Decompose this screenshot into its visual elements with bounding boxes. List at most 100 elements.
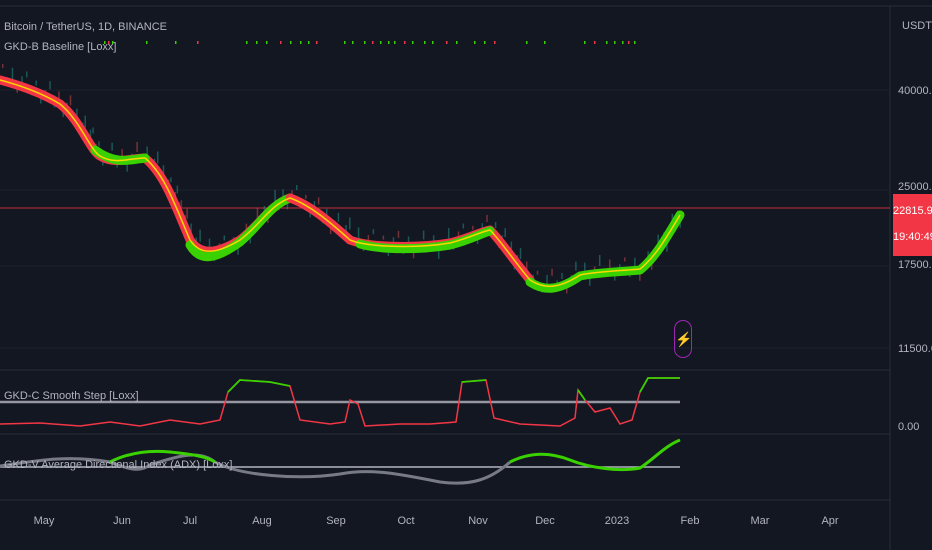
signal-dot xyxy=(634,41,636,44)
candle xyxy=(584,262,586,271)
signal-dot xyxy=(266,41,268,44)
candle xyxy=(156,151,159,164)
time-axis-label: Dec xyxy=(535,515,555,527)
time-axis-label: May xyxy=(34,515,55,527)
price-axis-label: 40000.00 xyxy=(898,85,932,97)
candle xyxy=(98,141,100,147)
time-axis-label: Apr xyxy=(821,515,838,527)
signal-dot xyxy=(404,41,406,44)
candle xyxy=(382,235,385,240)
candle xyxy=(519,248,522,260)
signal-dot xyxy=(606,41,608,44)
time-axis-label: 2023 xyxy=(605,515,629,527)
last-price-value: 22815.96 xyxy=(893,205,932,217)
signal-dot xyxy=(424,41,426,44)
price-axis-label: 17500.00 xyxy=(898,259,932,271)
candle xyxy=(26,71,28,78)
candle xyxy=(199,229,201,242)
candle xyxy=(472,225,474,230)
smooth-step-line-bull xyxy=(227,377,680,401)
countdown-timer: 19:40:49 xyxy=(893,231,932,243)
signal-dot xyxy=(484,41,486,44)
time-axis-label: Aug xyxy=(252,515,272,527)
candle-series xyxy=(2,64,681,294)
lightning-icon[interactable]: ⚡ xyxy=(674,320,692,358)
signal-dot xyxy=(380,41,382,44)
signal-dot xyxy=(175,41,177,44)
candle xyxy=(223,235,226,241)
signal-dot xyxy=(584,41,586,44)
signal-dot xyxy=(544,41,546,44)
candle xyxy=(121,149,123,157)
candle xyxy=(494,222,497,229)
candle xyxy=(180,200,183,208)
signal-dot xyxy=(594,41,596,44)
candle xyxy=(35,80,37,86)
signal-dot xyxy=(352,41,354,44)
candle xyxy=(504,228,506,238)
candle xyxy=(111,142,113,151)
time-axis-label: Nov xyxy=(468,515,488,527)
indicator-label-smooth-step[interactable]: GKD-C Smooth Step [Loxx] xyxy=(4,390,139,402)
candle xyxy=(639,273,641,281)
price-axis: 40000.00 25000.00 17500.00 11500.00 0.00 xyxy=(898,85,932,433)
symbol-title[interactable]: Bitcoin / TetherUS, 1D, BINANCE xyxy=(4,21,167,33)
signal-dot xyxy=(474,41,476,44)
signal-dot xyxy=(622,41,624,44)
candle xyxy=(92,127,94,134)
candle xyxy=(49,81,51,90)
signal-dot xyxy=(372,41,374,44)
candle xyxy=(372,229,375,235)
signal-dot xyxy=(300,41,302,44)
signal-dots-top xyxy=(104,41,636,44)
baseline-midline xyxy=(0,79,681,287)
signal-dot xyxy=(456,41,458,44)
time-axis-label: Oct xyxy=(397,515,414,527)
signal-dot xyxy=(614,41,616,44)
signal-dot xyxy=(197,41,199,44)
candle xyxy=(84,115,86,128)
candle xyxy=(357,227,360,239)
candle xyxy=(462,223,465,229)
signal-dot xyxy=(256,41,258,44)
candle xyxy=(551,268,553,276)
candle xyxy=(317,197,320,205)
candle xyxy=(176,185,179,194)
signal-dot xyxy=(432,41,434,44)
candle xyxy=(295,185,298,191)
time-axis-label: Jul xyxy=(183,515,197,527)
last-price-tag: 22815.96 19:40:49 xyxy=(893,194,932,256)
candle xyxy=(58,91,60,99)
candle xyxy=(407,236,410,243)
candle xyxy=(305,194,307,199)
signal-dot xyxy=(412,41,414,44)
signal-dot xyxy=(280,41,282,44)
signal-dot xyxy=(628,41,630,44)
indicator-label-adx[interactable]: GKD-V Average Directional Index (ADX) [L… xyxy=(4,459,232,471)
candle xyxy=(337,212,340,222)
candle xyxy=(447,228,450,240)
signal-dot xyxy=(364,41,366,44)
candle xyxy=(422,230,425,240)
signal-dot xyxy=(246,41,248,44)
price-axis-label: 25000.00 xyxy=(898,181,932,193)
time-axis-label: Jun xyxy=(113,515,131,527)
candle xyxy=(186,208,188,219)
candle xyxy=(136,141,138,152)
candle xyxy=(598,254,601,266)
signal-dot xyxy=(344,41,346,44)
candle xyxy=(575,261,577,271)
time-axis-label: Mar xyxy=(751,515,770,527)
candle xyxy=(486,215,488,223)
price-axis-label: 11500.00 xyxy=(898,343,932,355)
candle xyxy=(11,67,14,80)
candle xyxy=(69,95,72,106)
price-axis-label: 0.00 xyxy=(898,421,919,433)
signal-dot xyxy=(494,41,496,44)
signal-dot xyxy=(388,41,390,44)
time-axis-label: Sep xyxy=(326,515,346,527)
candle xyxy=(624,257,626,262)
signal-dot xyxy=(446,41,448,44)
candle xyxy=(256,207,259,218)
indicator-label-baseline[interactable]: GKD-B Baseline [Loxx] xyxy=(4,41,117,53)
